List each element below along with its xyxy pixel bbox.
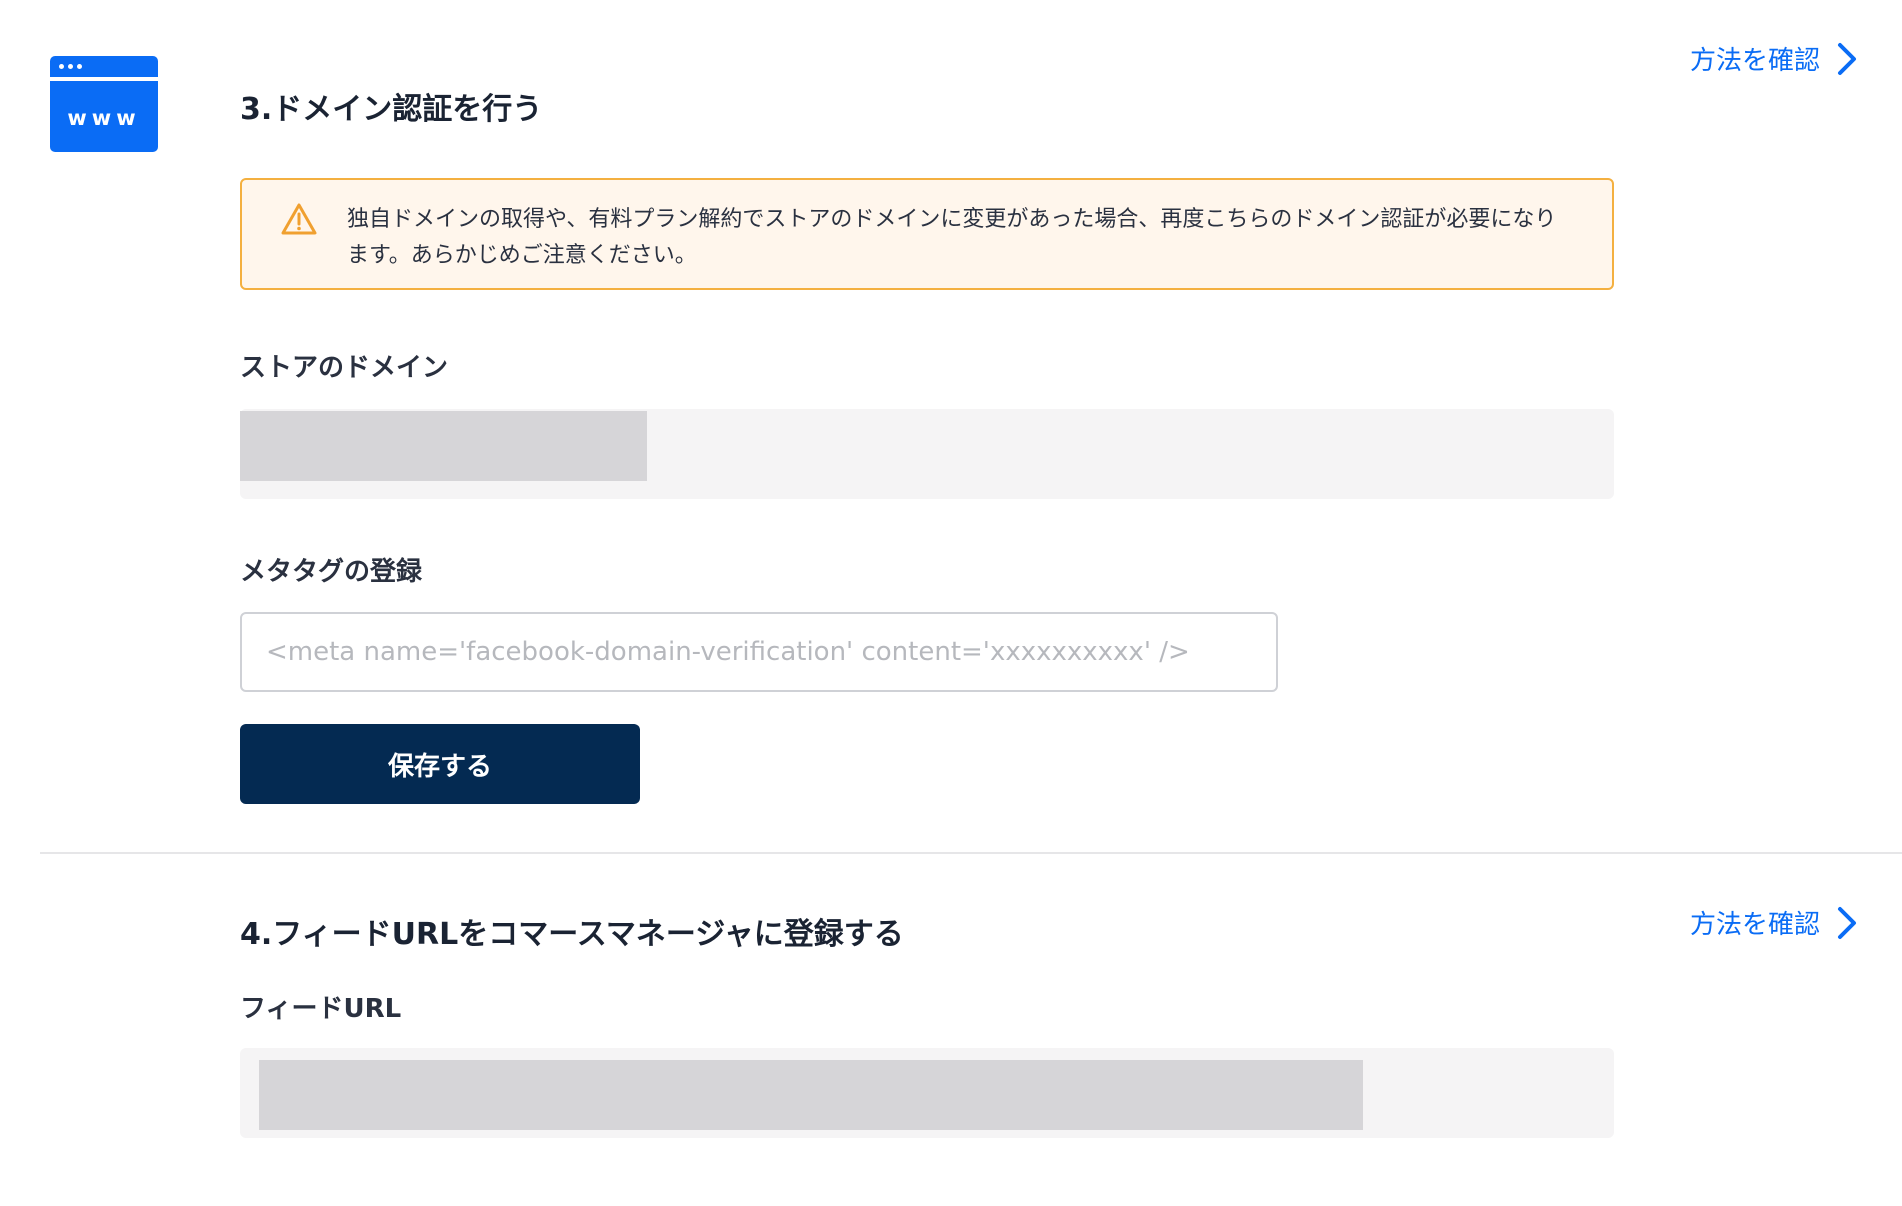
browser-title-bar	[50, 56, 158, 77]
feed-url-label: フィードURL	[240, 994, 402, 1024]
redacted-domain-value	[240, 411, 647, 481]
chevron-right-icon	[1838, 906, 1856, 939]
warning-notice: 独自ドメインの取得や、有料プラン解約でストアのドメインに変更があった場合、再度こ…	[240, 178, 1614, 290]
how-to-link-feed[interactable]: 方法を確認	[1690, 904, 1858, 941]
settings-page: www 3.ドメイン認証を行う 方法を確認 独自ドメインの取得や、有料プラン解約…	[0, 0, 1902, 1206]
window-dot	[77, 64, 82, 69]
warning-text: 独自ドメインの取得や、有料プラン解約でストアのドメインに変更があった場合、再度こ…	[347, 207, 1557, 268]
chevron-right-icon	[1838, 42, 1856, 75]
save-button[interactable]: 保存する	[240, 724, 640, 804]
store-domain-label: ストアのドメイン	[240, 353, 449, 383]
window-dot	[68, 64, 73, 69]
how-to-link-domain[interactable]: 方法を確認	[1690, 40, 1858, 77]
section-divider	[40, 852, 1902, 854]
www-label: www	[67, 106, 141, 130]
meta-tag-input[interactable]	[240, 612, 1278, 692]
how-to-link-label: 方法を確認	[1689, 46, 1820, 76]
warning-triangle-icon	[281, 203, 317, 235]
section-title-domain-verification: 3.ドメイン認証を行う	[240, 92, 543, 127]
browser-www-icon: www	[50, 56, 158, 152]
feed-url-field	[240, 1048, 1614, 1138]
how-to-link-label: 方法を確認	[1689, 910, 1820, 940]
section-title-feed-url: 4.フィードURLをコマースマネージャに登録する	[240, 917, 904, 952]
meta-tag-label: メタタグの登録	[240, 557, 423, 587]
window-dot	[59, 64, 64, 69]
store-domain-field	[240, 409, 1614, 499]
redacted-feed-url-value	[259, 1060, 1363, 1130]
